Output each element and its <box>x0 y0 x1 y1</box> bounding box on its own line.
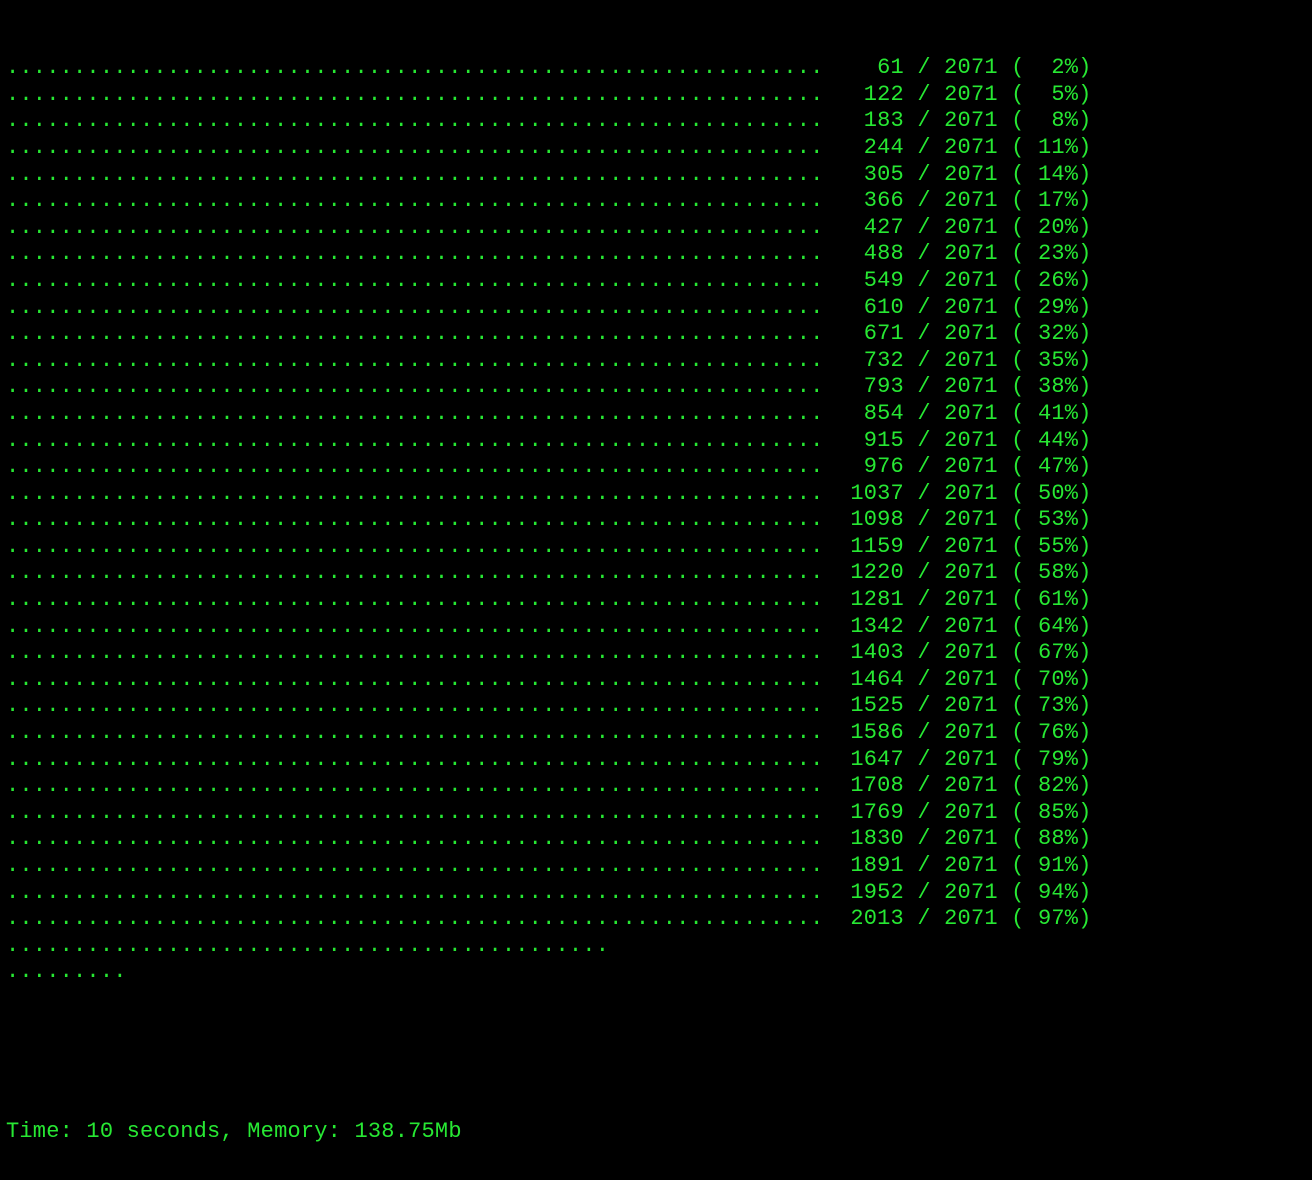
blank-line-1 <box>6 1039 1306 1066</box>
time-value: 10 seconds <box>86 1119 220 1144</box>
test-progress-block: ........................................… <box>6 55 1306 986</box>
summary-time-memory: Time: 10 seconds, Memory: 138.75Mb <box>6 1119 1306 1146</box>
memory-value: 138.75Mb <box>355 1119 462 1144</box>
terminal-output: ........................................… <box>0 0 1312 1180</box>
memory-label: Memory: <box>247 1119 341 1144</box>
time-label: Time: <box>6 1119 73 1144</box>
